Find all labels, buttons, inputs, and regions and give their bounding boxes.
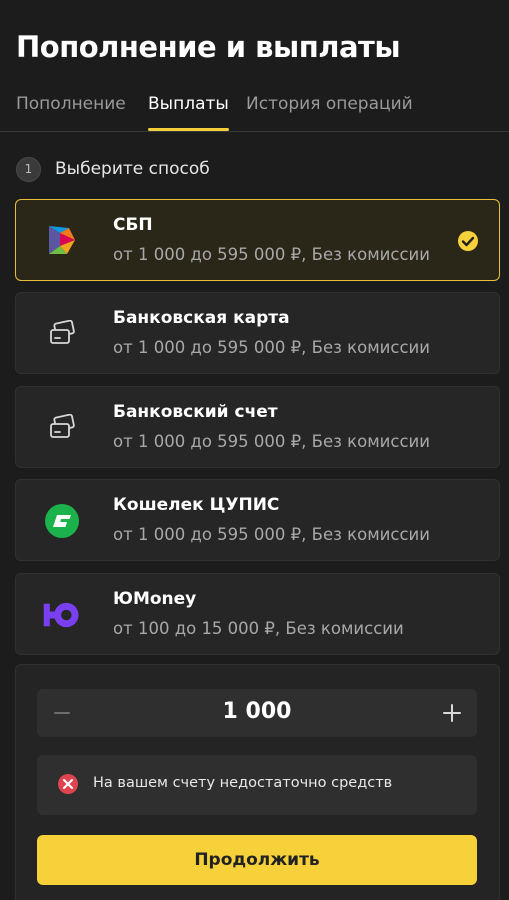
- tab-bar: Пополнение Выплаты История операций: [0, 90, 509, 132]
- step-header: 1 Выберите способ: [16, 156, 210, 182]
- error-message: На вашем счету недостаточно средств: [37, 755, 477, 815]
- minus-icon: [54, 712, 70, 714]
- method-name: ЮMoney: [113, 589, 197, 609]
- tab-withdrawals[interactable]: Выплаты: [148, 94, 229, 131]
- bank-account-icon: [42, 410, 82, 446]
- amount-input[interactable]: 1 000: [97, 699, 417, 724]
- step-number: 1: [16, 156, 41, 182]
- yumoney-logo-icon: [42, 597, 82, 633]
- payment-method-yumoney[interactable]: ЮMoney от 100 до 15 000 ₽, Без комиссии: [15, 573, 500, 655]
- withdrawal-panel: 1 000 На вашем счету недостаточно средст…: [15, 664, 500, 900]
- method-limits: от 1 000 до 595 000 ₽, Без комиссии: [113, 338, 430, 357]
- method-limits: от 1 000 до 595 000 ₽, Без комиссии: [113, 245, 430, 264]
- method-name: Банковская карта: [113, 308, 290, 328]
- method-name: СБП: [113, 215, 153, 235]
- payment-method-cupis-wallet[interactable]: Кошелек ЦУПИС от 1 000 до 595 000 ₽, Без…: [15, 479, 500, 561]
- page-title: Пополнение и выплаты: [16, 30, 401, 64]
- payment-method-sbp[interactable]: СБП от 1 000 до 595 000 ₽, Без комиссии: [15, 199, 500, 281]
- continue-button[interactable]: Продолжить: [37, 835, 477, 885]
- tab-deposit[interactable]: Пополнение: [16, 94, 126, 114]
- method-name: Банковский счет: [113, 402, 278, 422]
- payment-method-bank-card[interactable]: Банковская карта от 1 000 до 595 000 ₽, …: [15, 292, 500, 374]
- decrease-button[interactable]: [47, 698, 77, 728]
- method-limits: от 1 000 до 595 000 ₽, Без комиссии: [113, 432, 430, 451]
- method-name: Кошелек ЦУПИС: [113, 495, 280, 515]
- tab-history[interactable]: История операций: [246, 94, 413, 114]
- sbp-logo-icon: [42, 223, 82, 259]
- step-label: Выберите способ: [55, 159, 210, 179]
- error-icon: [57, 773, 79, 795]
- check-circle-icon: [457, 230, 479, 252]
- error-text: На вашем счету недостаточно средств: [93, 775, 393, 791]
- method-limits: от 1 000 до 595 000 ₽, Без комиссии: [113, 525, 430, 544]
- plus-icon: [443, 704, 461, 722]
- cupis-wallet-icon: [42, 503, 82, 539]
- increase-button[interactable]: [437, 698, 467, 728]
- bank-card-icon: [42, 316, 82, 352]
- amount-stepper: 1 000: [37, 689, 477, 737]
- payment-method-bank-account[interactable]: Банковский счет от 1 000 до 595 000 ₽, Б…: [15, 386, 500, 468]
- method-limits: от 100 до 15 000 ₽, Без комиссии: [113, 619, 404, 638]
